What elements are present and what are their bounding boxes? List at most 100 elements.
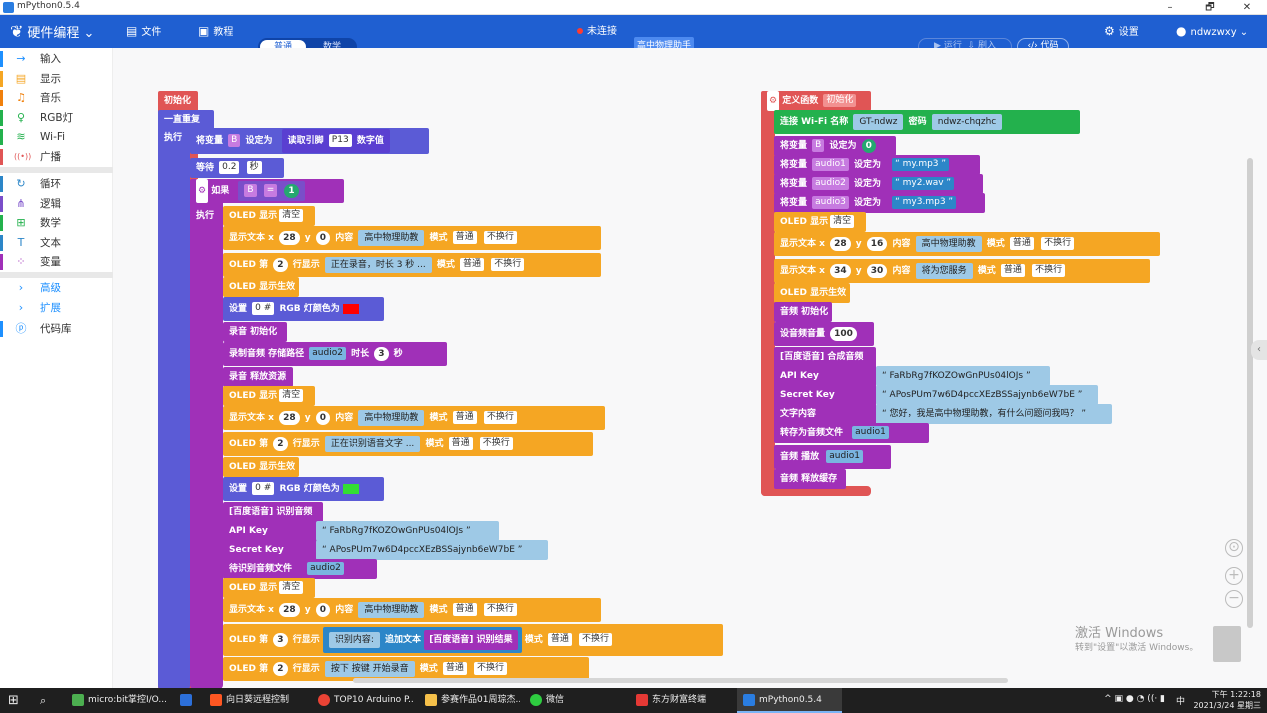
x-field[interactable]: 34: [830, 263, 851, 278]
wrap-dropdown[interactable]: 不换行: [491, 258, 525, 271]
y-field[interactable]: 0: [315, 230, 331, 245]
save-as-row[interactable]: 转存为音频文件 audio1: [774, 423, 929, 443]
var-dropdown[interactable]: audio2: [309, 347, 346, 360]
if-block[interactable]: ⚙ 如果 B = 1: [190, 179, 344, 203]
show-text-block[interactable]: 显示文本 x 28 y 0 内容 高中物理助教 模式 普通 不换行: [223, 406, 605, 430]
sidebar-item-variable[interactable]: ⁘ 变量: [0, 252, 113, 272]
taskbar-item-sunlogin[interactable]: 向日葵远程控制: [210, 688, 302, 713]
mode-dropdown[interactable]: 普通: [547, 633, 572, 646]
oled-effect-block[interactable]: OLED 显示生效: [223, 277, 299, 297]
filename-field[interactable]: my3.mp3: [903, 196, 946, 209]
mode-dropdown[interactable]: 普通: [1000, 264, 1025, 277]
y-field[interactable]: 0: [315, 602, 331, 617]
sidebar-item-advanced[interactable]: › 高级: [0, 278, 113, 298]
taskbar-item-eastmoney[interactable]: 东方财富终端: [636, 688, 726, 713]
text-field[interactable]: 正在录音，时长 3 秒 ...: [324, 256, 432, 273]
volume-block[interactable]: 设音频音量 100: [774, 322, 874, 346]
taskbar-item-folder[interactable]: 参赛作品01周琮杰...: [425, 688, 520, 713]
mode-dropdown[interactable]: 普通: [1009, 237, 1034, 250]
x-field[interactable]: 28: [279, 230, 300, 245]
show-text-block[interactable]: 显示文本 x 28 y 16 内容 高中物理助教 模式 普通 不换行: [774, 232, 1160, 256]
horizontal-scrollbar[interactable]: [353, 678, 1008, 683]
init-block[interactable]: 初始化: [158, 91, 198, 111]
wrap-dropdown[interactable]: 不换行: [579, 633, 613, 646]
password-field[interactable]: ndwz-chqzhc: [931, 113, 1003, 130]
windows-start-icon[interactable]: ⊞: [8, 688, 24, 713]
var-dropdown[interactable]: audio1: [826, 450, 863, 463]
rec-release-block[interactable]: 录音 释放资源: [223, 367, 293, 387]
line-field[interactable]: 2: [273, 257, 288, 272]
oled-clear-block[interactable]: OLED 显示 清空: [223, 206, 315, 226]
wait-block[interactable]: 等待 0.2 秒: [190, 158, 284, 178]
baidu-tts-block[interactable]: [百度语音] 合成音频: [774, 347, 876, 367]
set-var-audio2-block[interactable]: 将变量 audio2 设定为 “ my2.wav ”: [774, 174, 983, 194]
api-key-field[interactable]: “ FaRbRg7fKOZOwGnPUs04lOJs ”: [876, 366, 1050, 386]
wrap-dropdown[interactable]: 不换行: [1032, 264, 1066, 277]
unit-dropdown[interactable]: 秒: [246, 161, 262, 174]
function-name-field[interactable]: 初始化: [823, 94, 857, 107]
sidebar-item-math[interactable]: ⊞ 数学: [0, 213, 113, 233]
tutorial-menu[interactable]: ▣ 教程: [198, 15, 233, 48]
wrap-dropdown[interactable]: 不换行: [479, 437, 513, 450]
rgb-set-block[interactable]: 设置 0 # RGB 灯颜色为: [223, 477, 384, 501]
mode-dropdown[interactable]: 普通: [460, 258, 485, 271]
settings-icon[interactable]: ⚙: [196, 179, 209, 203]
taskbar-item-mpython[interactable]: mPython0.5.4: [737, 688, 842, 713]
vertical-scrollbar[interactable]: [1247, 158, 1253, 628]
clock-date[interactable]: 2021/3/24 星期三: [1193, 700, 1261, 711]
filename-field[interactable]: my2.wav: [903, 177, 944, 190]
led-dropdown[interactable]: 0 #: [252, 302, 275, 315]
block-workspace[interactable]: 初始化 一直重复 执行 将变量 B 设定为 读取引脚 P13 数字值 等待 0.…: [113, 48, 1267, 688]
set-var-b-block[interactable]: 将变量 B 设定为 0: [774, 136, 896, 156]
text-field[interactable]: 高中物理助教: [915, 235, 982, 252]
sidebar-item-wifi[interactable]: ≋ Wi-Fi: [0, 127, 113, 147]
line-field[interactable]: 2: [273, 661, 288, 676]
var-dropdown[interactable]: audio1: [852, 426, 889, 439]
baidu-recognize-block[interactable]: [百度语音] 识别音频: [223, 502, 323, 522]
ssid-field[interactable]: GT-ndwz: [853, 113, 904, 130]
var-dropdown[interactable]: audio2: [307, 562, 344, 575]
rgb-set-block[interactable]: 设置 0 # RGB 灯颜色为: [223, 297, 384, 321]
recenter-icon[interactable]: ⊙: [1225, 539, 1243, 557]
settings-menu[interactable]: ⚙ 设置: [1104, 15, 1139, 48]
oled-line-append-block[interactable]: OLED 第 3 行显示 识别内容: 追加文本 [百度语音] 识别结果 模式 普…: [223, 624, 723, 656]
number-field[interactable]: 0: [861, 138, 876, 153]
read-pin-block[interactable]: 读取引脚 P13 数字值: [281, 129, 390, 153]
wrap-dropdown[interactable]: 不换行: [483, 231, 517, 244]
collapse-panel-button[interactable]: ‹: [1251, 340, 1267, 360]
sidebar-item-codelib[interactable]: ⓟ 代码库: [0, 319, 113, 339]
show-text-block[interactable]: 显示文本 x 28 y 0 内容 高中物理助教 模式 普通 不换行: [223, 598, 601, 622]
connection-status[interactable]: 未连接: [577, 15, 617, 48]
y-field[interactable]: 0: [315, 410, 331, 425]
duration-field[interactable]: 3: [374, 346, 389, 361]
x-field[interactable]: 28: [279, 410, 300, 425]
mode-dropdown[interactable]: 普通: [452, 603, 477, 616]
taskbar-item-microbit[interactable]: micro:bit掌控I/O...: [72, 688, 170, 713]
audio-init-block[interactable]: 音频 初始化: [774, 302, 832, 322]
oled-effect-block[interactable]: OLED 显示生效: [774, 283, 850, 303]
set-var-audio1-block[interactable]: 将变量 audio1 设定为 “ my.mp3 ”: [774, 155, 980, 175]
minimize-button[interactable]: –: [1150, 0, 1190, 15]
rec-audio-block[interactable]: 录制音频 存储路径 audio2 时长 3 秒: [223, 342, 447, 366]
sidebar-item-loop[interactable]: ↻ 循环: [0, 174, 113, 194]
var-dropdown[interactable]: B: [244, 184, 257, 197]
audio-release-block[interactable]: 音频 释放缓存: [774, 469, 846, 489]
sidebar-item-broadcast[interactable]: ((•)) 广播: [0, 147, 113, 167]
file-menu[interactable]: ▤ 文件: [126, 15, 161, 48]
wrap-dropdown[interactable]: 不换行: [483, 603, 517, 616]
search-icon[interactable]: ⌕: [40, 688, 54, 713]
line-field[interactable]: 2: [273, 436, 288, 451]
var-dropdown[interactable]: audio3: [812, 196, 849, 209]
sidebar-item-rgb[interactable]: ♀ RGB灯: [0, 108, 113, 128]
compare-block[interactable]: B = 1: [238, 181, 305, 201]
audio-play-block[interactable]: 音频 播放 audio1: [774, 445, 891, 469]
text-field[interactable]: 识别内容:: [328, 631, 380, 648]
recognize-file-row[interactable]: 待识别音频文件 audio2: [223, 559, 377, 579]
recognize-result-block[interactable]: [百度语音] 识别结果: [424, 630, 518, 650]
taskbar-item-chrome[interactable]: TOP10 Arduino P...: [318, 688, 413, 713]
sidebar-item-text[interactable]: T 文本: [0, 233, 113, 253]
x-field[interactable]: 28: [830, 236, 851, 251]
filename-field[interactable]: my.mp3: [903, 158, 939, 171]
text-field[interactable]: 高中物理助教: [358, 601, 425, 618]
sidebar-item-extension[interactable]: › 扩展: [0, 298, 113, 318]
